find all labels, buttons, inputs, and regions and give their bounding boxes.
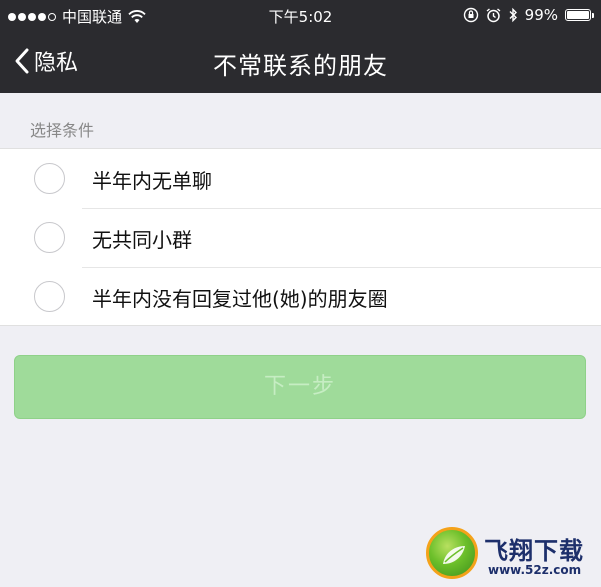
bluetooth-icon (509, 7, 517, 23)
watermark-logo-icon (426, 527, 478, 579)
alarm-icon (486, 7, 501, 22)
nav-bar: 隐私 不常联系的朋友 (0, 30, 601, 93)
battery-fill (567, 11, 589, 19)
condition-options-list: 半年内无单聊 无共同小群 半年内没有回复过他(她)的朋友圈 (0, 148, 601, 326)
page-title: 不常联系的朋友 (213, 52, 388, 80)
status-right: 99% (463, 6, 594, 24)
watermark-text: 飞翔下载 (484, 537, 584, 565)
watermark-url: www.52z.com (488, 563, 582, 577)
status-bar: 中国联通 下午5:02 99% (0, 0, 601, 30)
next-step-button[interactable]: 下一步 (14, 355, 586, 419)
battery-icon (565, 9, 594, 21)
radio-button-icon[interactable] (34, 281, 65, 312)
option-label: 半年内没有回复过他(她)的朋友圈 (92, 287, 388, 311)
option-no-moments-reply[interactable]: 半年内没有回复过他(她)的朋友圈 (0, 267, 601, 326)
radio-button-icon[interactable] (34, 163, 65, 194)
section-header: 选择条件 (30, 121, 95, 140)
radio-button-icon[interactable] (34, 222, 65, 253)
leaf-icon (443, 546, 465, 564)
option-label: 半年内无单聊 (92, 169, 212, 193)
option-label: 无共同小群 (92, 228, 192, 252)
option-no-private-chat[interactable]: 半年内无单聊 (0, 149, 601, 208)
option-no-common-group[interactable]: 无共同小群 (0, 208, 601, 267)
orientation-lock-icon (463, 7, 478, 23)
battery-percent: 99% (524, 6, 558, 24)
watermark: 飞翔下载 www.52z.com (426, 527, 598, 585)
